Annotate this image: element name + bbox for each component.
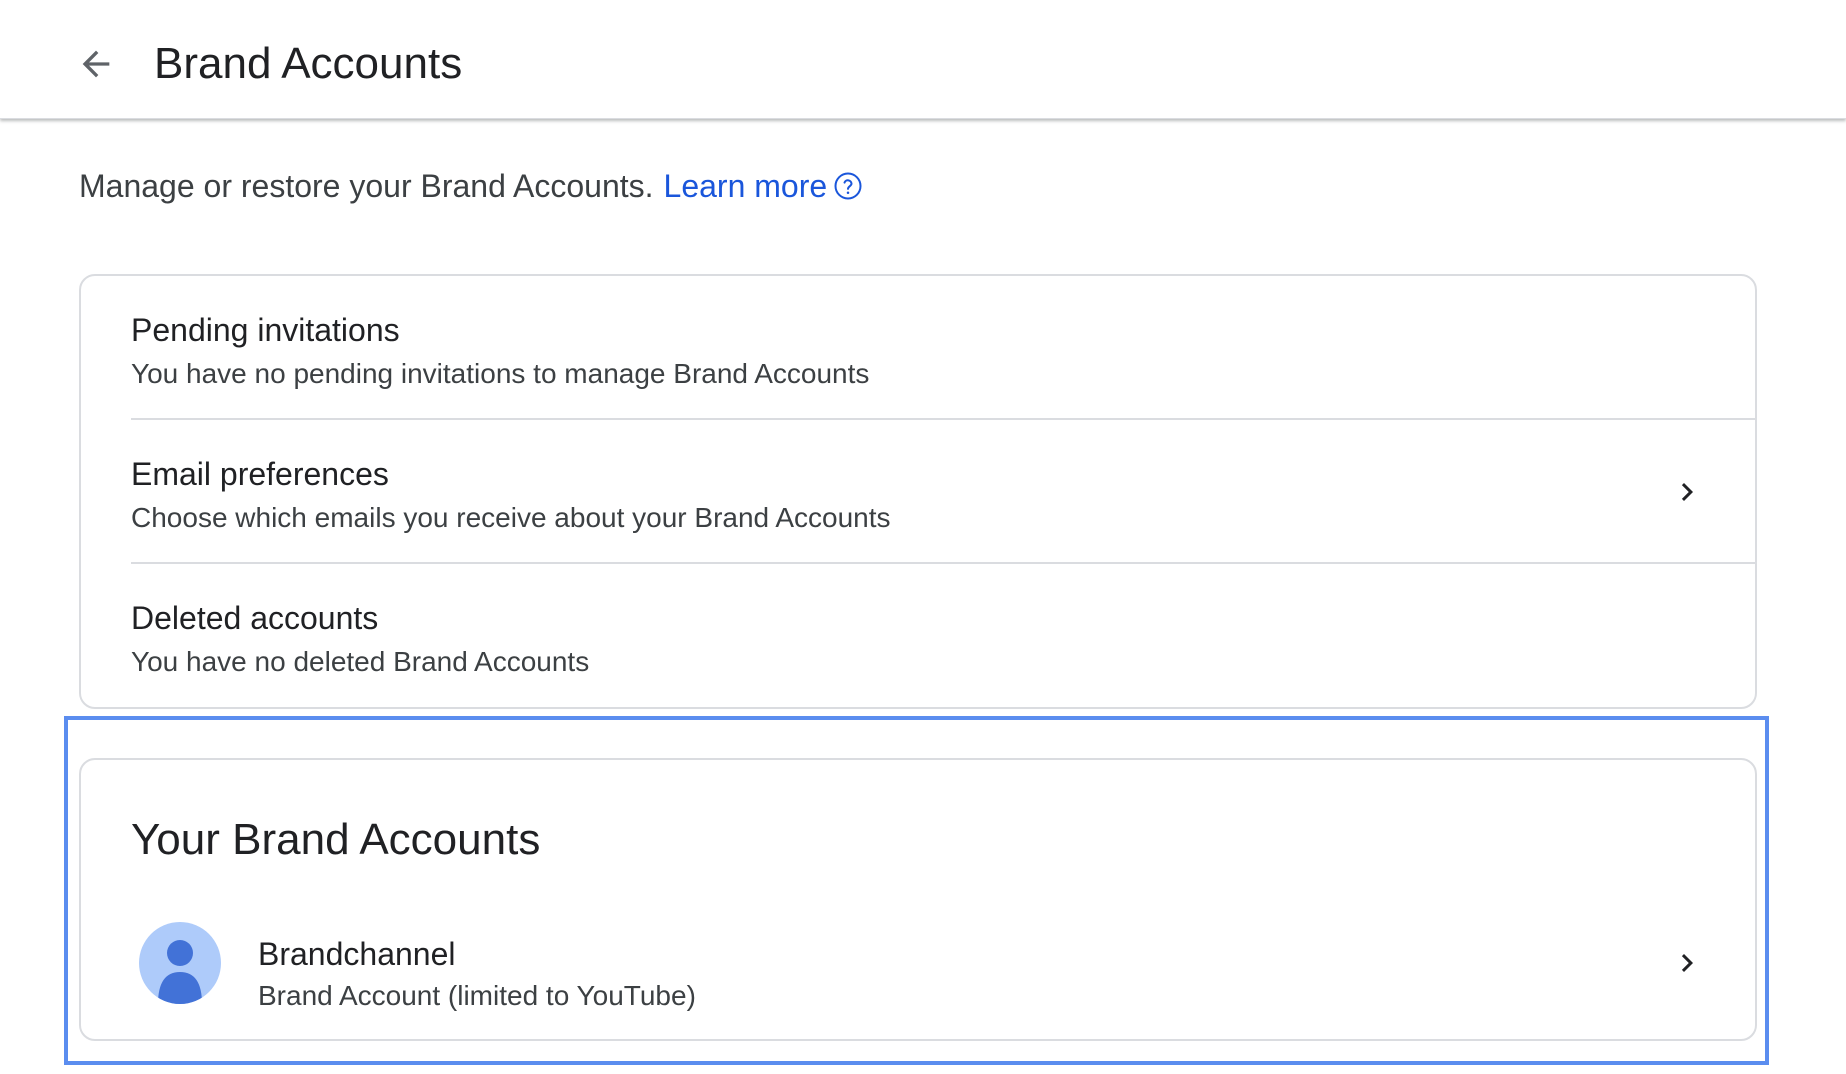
- deleted-accounts-subtitle: You have no deleted Brand Accounts: [131, 646, 590, 677]
- intro-description: Manage or restore your Brand Accounts.: [79, 168, 654, 204]
- pending-invitations-subtitle: You have no pending invitations to manag…: [131, 358, 870, 389]
- arrow-back-icon: [82, 50, 110, 78]
- pending-invitations-title: Pending invitations: [131, 312, 400, 348]
- account-type: Brand Account (limited to YouTube): [258, 980, 696, 1011]
- brand-account-row[interactable]: Brandchannel Brand Account (limited to Y…: [131, 912, 1755, 1022]
- help-circle-icon[interactable]: [833, 171, 863, 201]
- chevron-right-icon: [1669, 474, 1705, 510]
- settings-card: Pending invitations You have no pending …: [79, 274, 1757, 709]
- learn-more-link[interactable]: Learn more: [664, 164, 828, 208]
- email-preferences-title: Email preferences: [131, 456, 389, 492]
- page-title: Brand Accounts: [154, 39, 463, 88]
- brand-accounts-heading: Your Brand Accounts: [131, 815, 541, 864]
- intro-text: Manage or restore your Brand Accounts. L…: [79, 164, 863, 208]
- deleted-accounts-row: Deleted accounts You have no deleted Bra…: [131, 564, 1755, 708]
- chevron-right-icon: [1669, 945, 1705, 981]
- deleted-accounts-title: Deleted accounts: [131, 600, 379, 636]
- back-button[interactable]: [62, 30, 130, 98]
- email-preferences-row[interactable]: Email preferences Choose which emails yo…: [131, 420, 1755, 564]
- account-name: Brandchannel: [258, 936, 456, 972]
- person-avatar-icon: [139, 922, 221, 1004]
- brand-accounts-card: Your Brand Accounts Brandchannel Brand A…: [79, 758, 1757, 1041]
- pending-invitations-row: Pending invitations You have no pending …: [131, 276, 1755, 420]
- top-app-bar: Brand Accounts: [0, 0, 1846, 119]
- email-preferences-subtitle: Choose which emails you receive about yo…: [131, 502, 891, 533]
